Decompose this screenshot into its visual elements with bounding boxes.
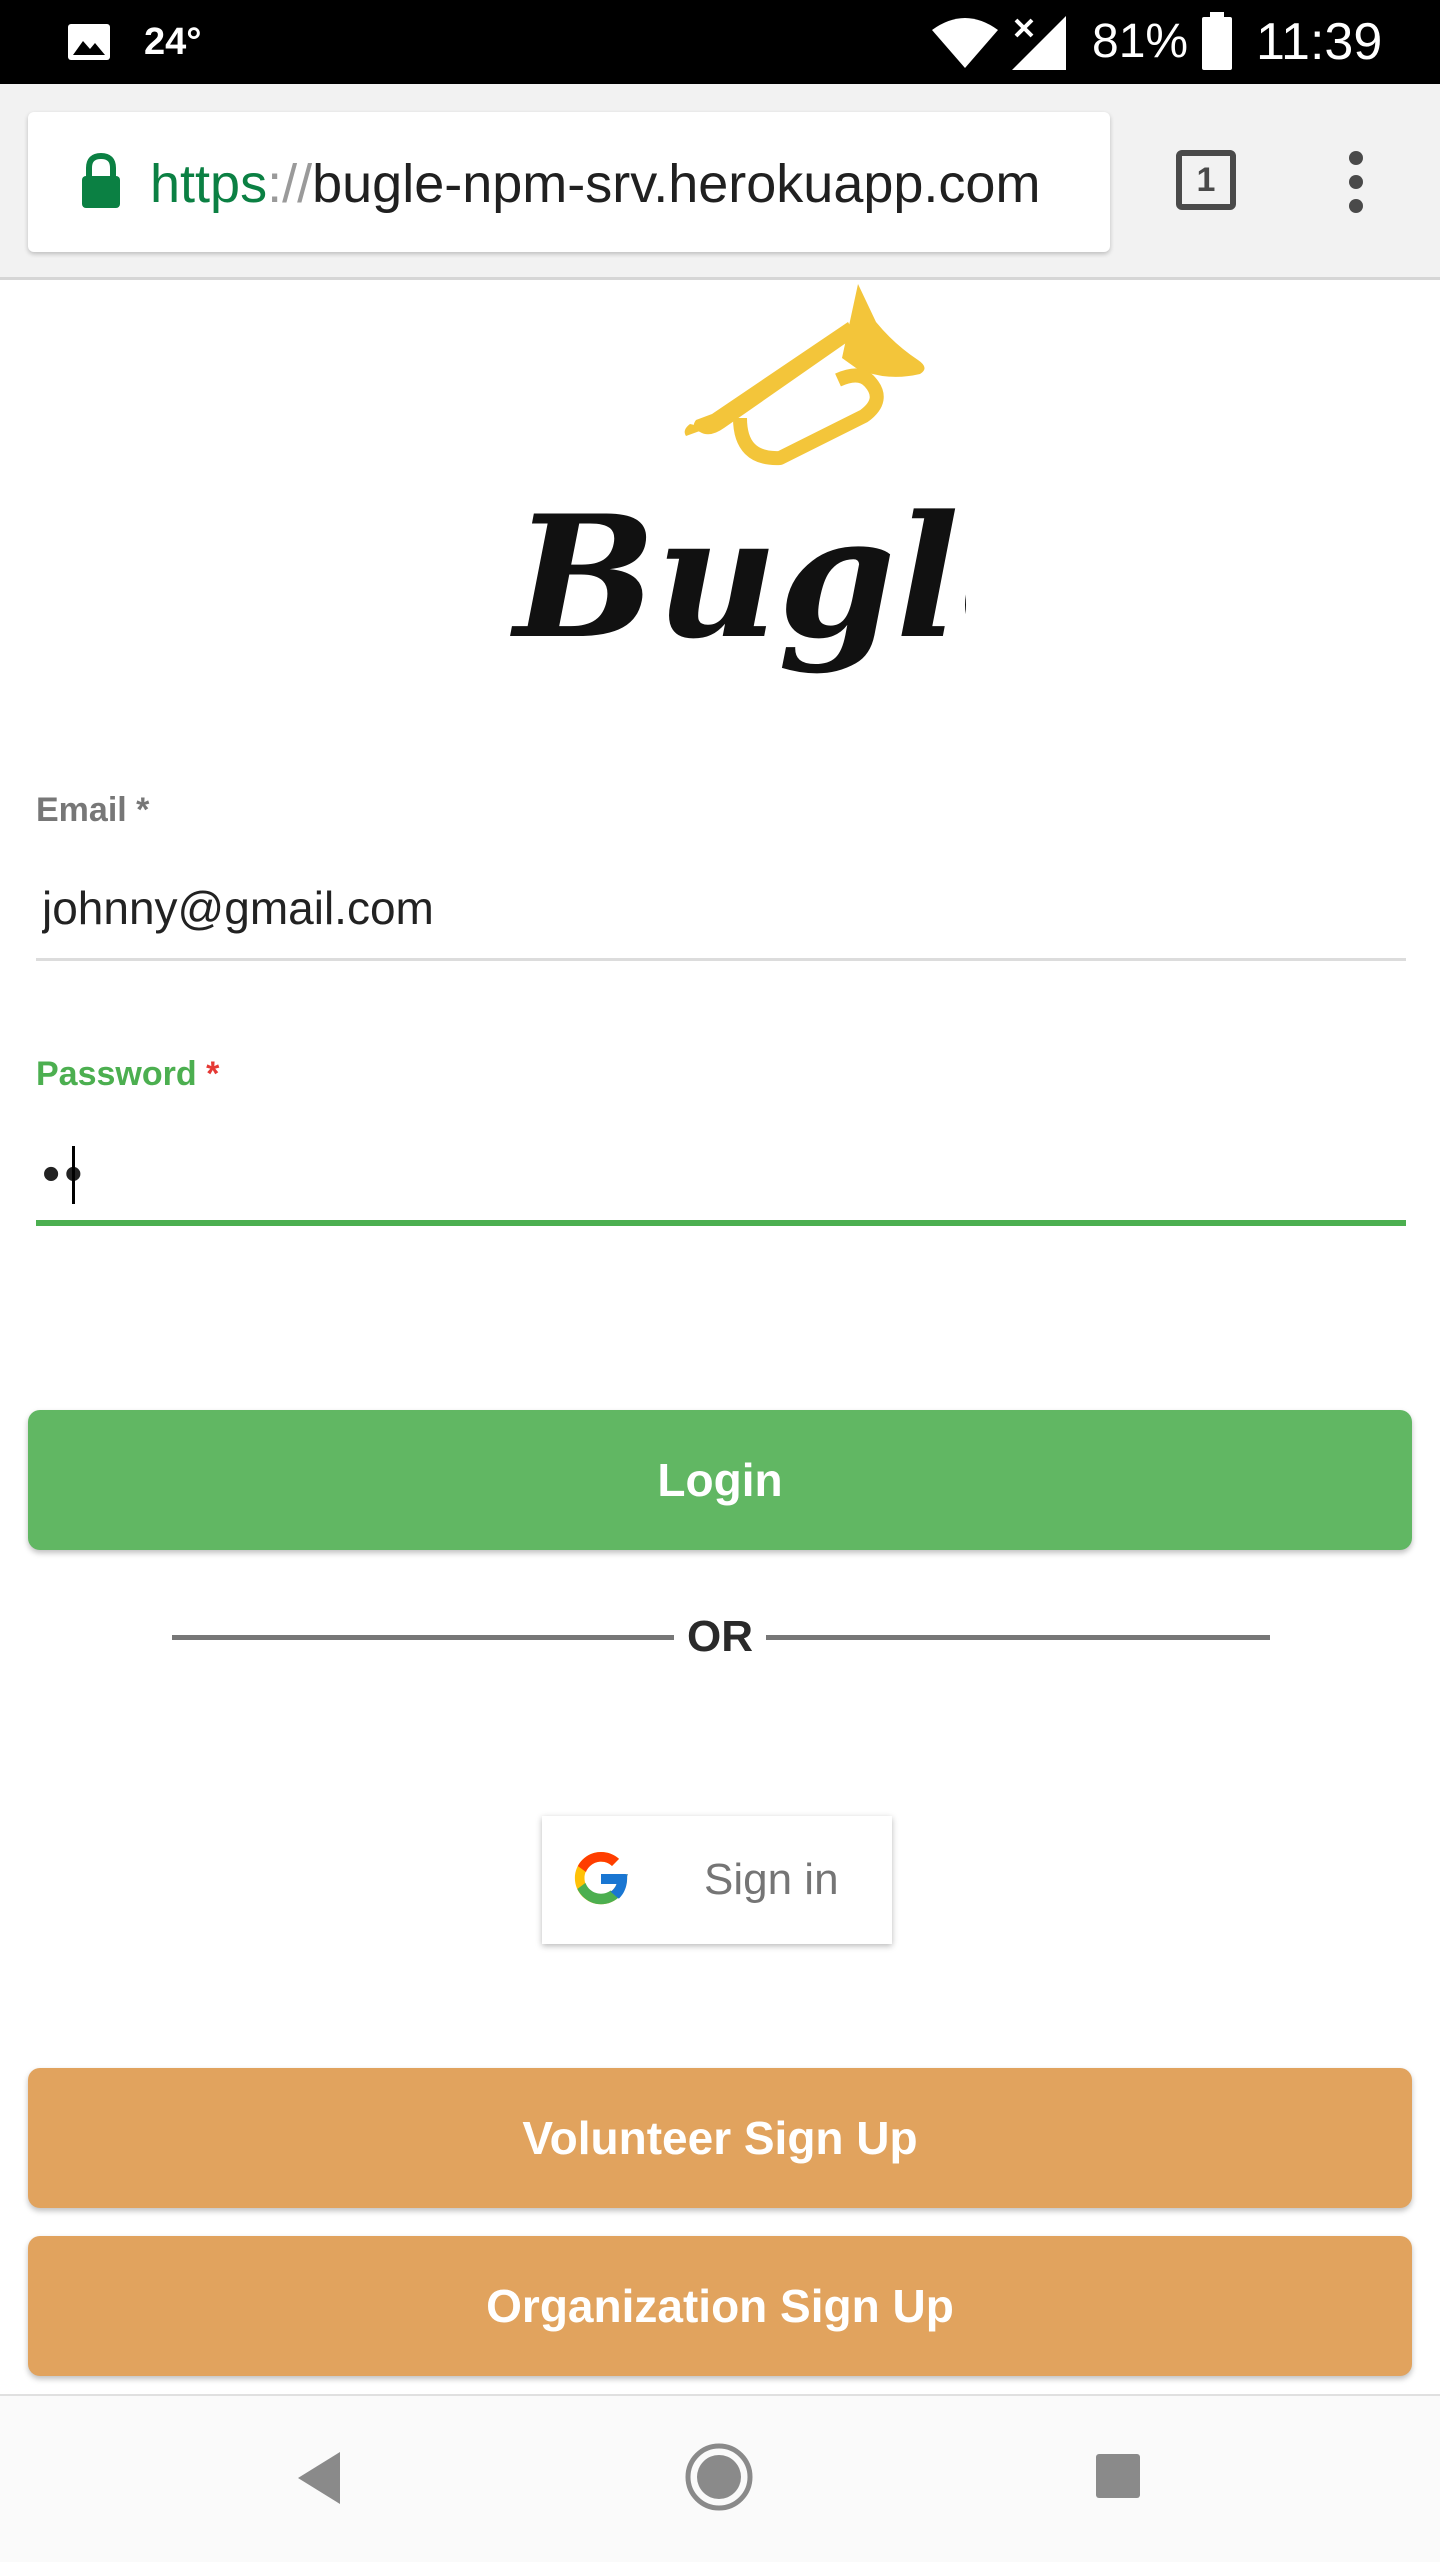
gallery-icon — [68, 24, 110, 60]
overflow-menu-icon[interactable] — [1336, 150, 1376, 214]
address-bar[interactable]: https://bugle-npm-srv.herokuapp.com — [28, 112, 1110, 252]
email-label-text: Email — [36, 791, 127, 829]
url-text[interactable]: https://bugle-npm-srv.herokuapp.com — [150, 152, 1040, 216]
url-separator: :// — [267, 154, 313, 214]
or-divider-text: OR — [687, 1612, 753, 1661]
wifi-icon — [932, 18, 998, 68]
organization-sign-up-button[interactable]: Organization Sign Up — [28, 2236, 1412, 2376]
tab-switcher-button[interactable]: 1 — [1176, 150, 1236, 210]
google-g-icon — [574, 1852, 628, 1905]
battery-percentage: 81% — [1092, 15, 1189, 68]
url-scheme: https — [150, 154, 268, 214]
volunteer-sign-up-button[interactable]: Volunteer Sign Up — [28, 2068, 1412, 2208]
divider-right — [766, 1635, 1270, 1640]
password-required-marker: * — [196, 1055, 220, 1093]
clock: 11:39 — [1256, 13, 1383, 71]
url-host: bugle-npm-srv.herokuapp.com — [312, 154, 1041, 214]
email-underline — [36, 958, 1406, 961]
text-cursor — [72, 1146, 75, 1204]
google-sign-in-label: Sign in — [704, 1855, 839, 1904]
logo-wordmark-text: Bugle — [510, 478, 966, 676]
password-label-text: Password — [36, 1055, 197, 1093]
browser-toolbar: https://bugle-npm-srv.herokuapp.com 1 — [0, 84, 1440, 280]
recents-icon[interactable] — [1096, 2454, 1140, 2498]
back-icon[interactable] — [296, 2450, 342, 2506]
divider-left — [172, 1635, 674, 1640]
temperature-indicator: 24° — [144, 21, 202, 63]
password-underline — [36, 1220, 1406, 1226]
email-required-marker: * — [126, 791, 150, 829]
password-label: Password * — [36, 1054, 219, 1094]
google-sign-in-button[interactable]: Sign in — [542, 1816, 892, 1944]
login-button[interactable]: Login — [28, 1410, 1412, 1550]
battery-icon — [1202, 12, 1232, 70]
lock-icon — [82, 152, 120, 208]
bugle-wordmark: Bugle — [510, 478, 966, 676]
navigation-bar — [0, 2394, 1440, 2562]
signal-icon — [1012, 16, 1066, 70]
password-field[interactable] — [36, 1144, 1412, 1204]
status-bar: 24° 81% 11:39 — [0, 0, 1440, 84]
email-field[interactable] — [36, 878, 1412, 938]
home-icon[interactable] — [684, 2442, 754, 2512]
email-label: Email * — [36, 790, 149, 830]
